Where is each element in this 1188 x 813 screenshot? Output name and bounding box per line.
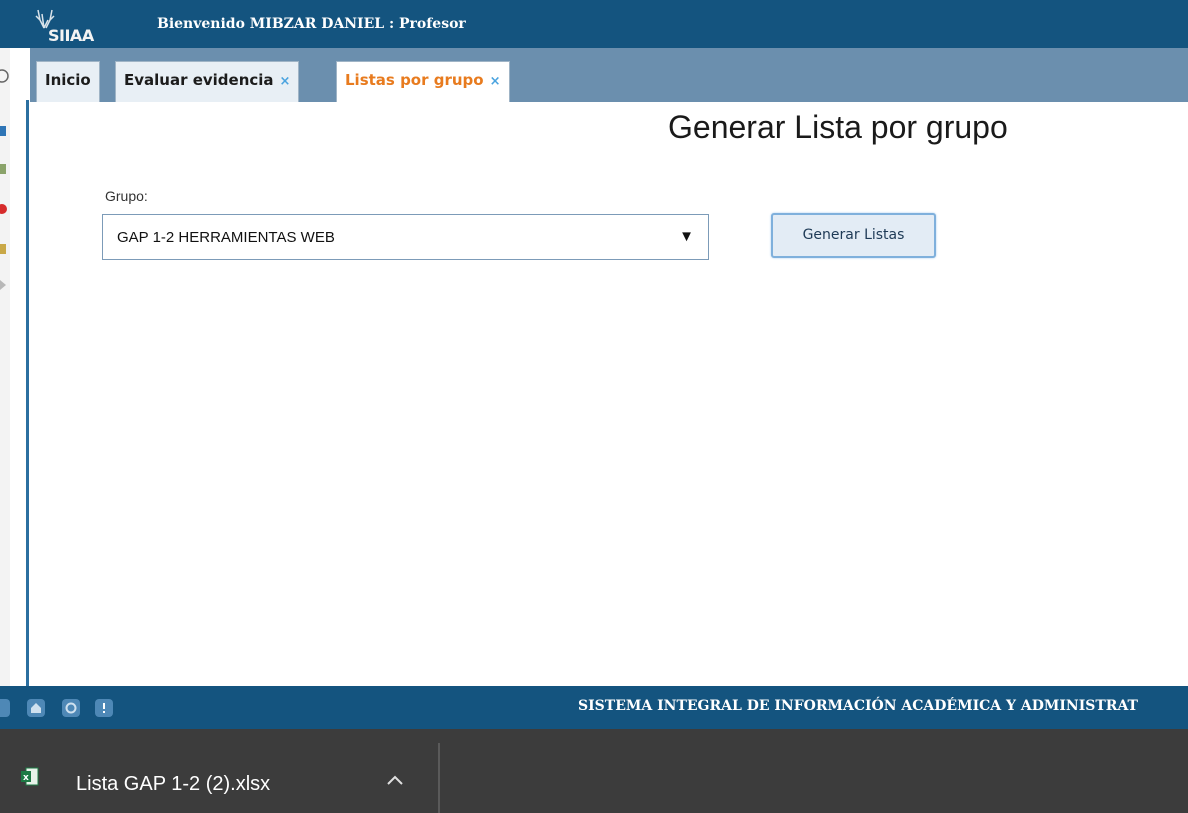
menu-icon[interactable] [0,699,10,717]
search-icon[interactable] [0,68,10,86]
tab-label: Evaluar evidencia [124,71,274,89]
tab-inicio[interactable]: Inicio [36,61,100,102]
tab-listas-por-grupo[interactable]: Listas por grupo × [336,61,510,103]
left-border-line [26,100,29,688]
page-title: Generar Lista por grupo [668,109,1008,145]
home-icon[interactable] [27,699,45,717]
calendar-tool-icon[interactable] [0,160,10,178]
chevron-up-icon[interactable] [380,765,410,795]
dropdown-arrow-icon[interactable]: ▼ [679,228,694,245]
document-tool-icon[interactable] [0,240,10,258]
refresh-icon[interactable] [62,699,80,717]
alert-tool-icon[interactable] [0,200,10,218]
arrow-tool-icon[interactable] [0,276,10,294]
download-shelf: x Lista GAP 1-2 (2).xlsx [0,729,1188,813]
svg-text:x: x [23,773,29,783]
welcome-message: Bienvenido MIBZAR DANIEL : Profesor [157,16,466,32]
excel-file-icon: x [21,767,39,787]
tab-evaluar-evidencia[interactable]: Evaluar evidencia × [115,61,300,102]
siiaa-logo: SIIAA [30,6,120,46]
shelf-divider [438,743,440,813]
tab-bar: Inicio Evaluar evidencia × Listas por gru… [30,48,1188,103]
generate-lists-button[interactable]: Generar Listas [771,213,936,258]
logo-text: SIIAA [48,26,94,45]
grupo-select-value: GAP 1-2 HERRAMIENTAS WEB [117,229,335,246]
footer-bar: SISTEMA INTEGRAL DE INFORMACIÓN ACADÉMIC… [0,686,1188,729]
left-toolbar [0,48,10,688]
grupo-label: Grupo: [105,188,148,204]
close-icon[interactable]: × [280,74,291,89]
download-file-name[interactable]: Lista GAP 1-2 (2).xlsx [76,773,270,796]
nav-tool-icon[interactable] [0,122,10,140]
grupo-select[interactable]: GAP 1-2 HERRAMIENTAS WEB ▼ [102,214,709,260]
tab-label: Listas por grupo [345,71,484,89]
close-icon[interactable]: × [490,74,501,89]
app-header: SIIAA Bienvenido MIBZAR DANIEL : Profeso… [0,0,1188,48]
main-content: Generar Lista por grupo Grupo: GAP 1-2 H… [30,102,1188,686]
info-icon[interactable] [95,699,113,717]
tab-label: Inicio [45,71,91,89]
footer-system-name: SISTEMA INTEGRAL DE INFORMACIÓN ACADÉMIC… [578,698,1138,714]
